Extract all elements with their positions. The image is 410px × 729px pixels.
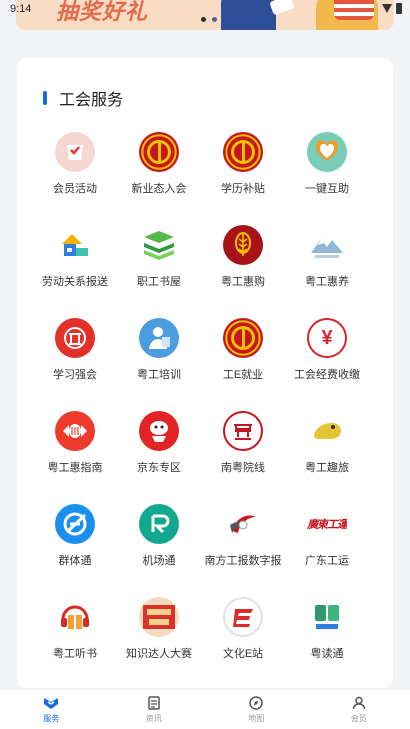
union-emblem-icon <box>139 132 179 172</box>
service-item[interactable]: 粤工惠养 <box>285 223 369 316</box>
service-item[interactable]: 一键互助 <box>285 130 369 223</box>
battery-icon <box>396 3 402 14</box>
service-item[interactable]: 粤工听书 <box>33 595 117 688</box>
service-label: 职工书屋 <box>137 276 181 288</box>
service-item[interactable]: 会员活动 <box>33 130 117 223</box>
tab-label: 服务 <box>43 713 60 723</box>
service-item[interactable]: 知识达人大赛 <box>117 595 201 688</box>
tab-user[interactable]: 会员 <box>308 690 410 729</box>
member-activity-icon <box>55 132 95 172</box>
status-icons <box>382 3 402 14</box>
mutual-aid-icon <box>307 132 347 172</box>
service-label: 群体通 <box>58 555 92 567</box>
service-label: 一键互助 <box>305 183 349 195</box>
service-label: 新业态入会 <box>131 183 187 195</box>
calligraphy-icon: 廣東工運 <box>307 504 347 544</box>
service-item[interactable]: 京东专区 <box>117 409 201 502</box>
service-item[interactable]: 粤工培训 <box>117 316 201 409</box>
audiobook-icon <box>55 597 95 637</box>
service-item[interactable]: 文化E站 <box>201 595 285 688</box>
labor-relations-icon <box>55 225 95 265</box>
service-label: 南粤院线 <box>221 462 265 474</box>
tab-label: 会员 <box>350 713 367 723</box>
service-label: 工E就业 <box>222 369 264 381</box>
yuan-icon: ¥ <box>307 318 347 358</box>
bottom-tab-bar: 服务 资讯 地图 会员 <box>0 689 410 729</box>
service-item[interactable]: ¥ 工会经费收缴 <box>285 316 369 409</box>
union-emblem-icon <box>223 318 263 358</box>
service-label: 粤读通 <box>310 648 344 660</box>
tab-label: 地图 <box>248 713 265 723</box>
quiz-contest-icon <box>139 597 179 637</box>
service-item[interactable]: 职工书屋 <box>117 223 201 316</box>
service-item[interactable]: 南方工报数字报 <box>201 502 285 595</box>
tab-news[interactable]: 资讯 <box>103 690 206 729</box>
wheat-emblem-icon <box>223 225 263 265</box>
service-label: 粤工趣旅 <box>305 462 349 474</box>
service-label: 粤工听书 <box>53 648 97 660</box>
service-item[interactable]: 南粤院线 <box>201 409 285 502</box>
service-label: 工会经费收缴 <box>294 369 360 381</box>
tab-compass[interactable]: 地图 <box>205 690 308 729</box>
service-label: 机场通 <box>142 555 176 567</box>
news-icon <box>146 695 162 710</box>
service-label: 粤工惠养 <box>305 276 349 288</box>
section-title: 工会服务 <box>59 92 124 109</box>
service-item[interactable]: 粤工趣旅 <box>285 409 369 502</box>
status-bar: 9:14 <box>0 0 410 20</box>
service-label: 粤工培训 <box>137 369 181 381</box>
services-grid: 会员活动 新业态入会 学历补贴 一键互助 劳动关系报送 职工书屋 粤工惠购 粤工惠养 学习强会粤… <box>17 130 393 688</box>
books-icon <box>139 225 179 265</box>
study-icon <box>55 318 95 358</box>
service-label: 粤工惠购 <box>221 276 265 288</box>
group-icon <box>55 504 95 544</box>
service-item[interactable]: 粤工惠指南 <box>33 409 117 502</box>
service-label: 京东专区 <box>137 462 181 474</box>
service-item[interactable]: 粤读通 <box>285 595 369 688</box>
service-item[interactable]: 学习强会 <box>33 316 117 409</box>
culture-icon <box>223 597 263 637</box>
union-emblem-icon <box>223 132 263 172</box>
service-item[interactable]: 粤工惠购 <box>201 223 285 316</box>
user-icon <box>351 696 367 710</box>
service-label: 劳动关系报送 <box>42 276 108 288</box>
service-label: 广东工运 <box>305 555 349 567</box>
service-item[interactable]: 新业态入会 <box>117 130 201 223</box>
tab-label: 资讯 <box>145 713 162 723</box>
service-label: 知识达人大赛 <box>126 648 192 660</box>
service-icon <box>43 696 59 710</box>
section-accent-bar <box>43 91 47 105</box>
guide-icon <box>55 411 95 451</box>
service-item[interactable]: 工E就业 <box>201 316 285 409</box>
travel-icon <box>307 411 347 451</box>
service-item[interactable]: 廣東工運 广东工运 <box>285 502 369 595</box>
cinema-icon <box>223 411 263 451</box>
service-label: 粤工惠指南 <box>47 462 103 474</box>
status-time: 9:14 <box>10 3 32 15</box>
service-item[interactable]: 机场通 <box>117 502 201 595</box>
service-item[interactable]: 群体通 <box>33 502 117 595</box>
union-services-card: 工会服务 会员活动 新业态入会 学历补贴 一键互助劳动关系报送 职工书屋 粤工惠购 粤工惠养… <box>17 58 393 688</box>
tab-service[interactable]: 服务 <box>0 690 103 729</box>
reading-icon <box>307 597 347 637</box>
service-item[interactable]: 学历补贴 <box>201 130 285 223</box>
mountain-icon <box>307 225 347 265</box>
airport-icon <box>139 504 179 544</box>
service-label: 会员活动 <box>53 183 97 195</box>
signal-icon <box>382 4 392 13</box>
service-label: 文化E站 <box>222 648 264 660</box>
service-label: 南方工报数字报 <box>204 555 282 567</box>
compass-icon <box>248 695 264 710</box>
service-item[interactable]: 劳动关系报送 <box>33 223 117 316</box>
jd-dog-icon <box>139 411 179 451</box>
section-header: 工会服务 <box>43 86 123 110</box>
newspaper-icon <box>223 504 263 544</box>
service-label: 学历补贴 <box>221 183 265 195</box>
service-label: 学习强会 <box>53 369 97 381</box>
training-icon <box>139 318 179 358</box>
